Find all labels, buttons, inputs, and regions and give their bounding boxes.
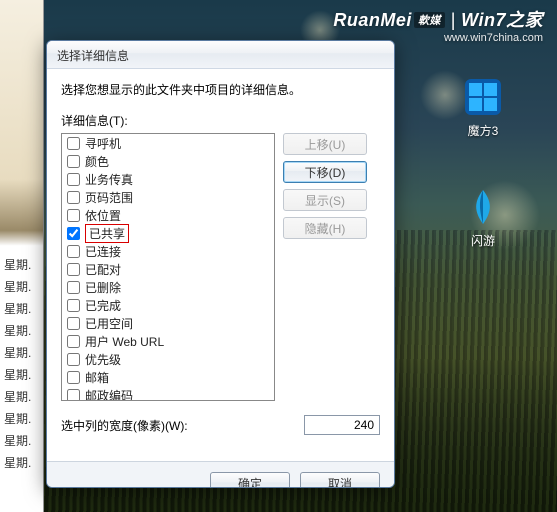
details-item-checkbox[interactable] xyxy=(67,389,80,402)
details-item[interactable]: 已用空间 xyxy=(62,314,274,332)
watermark-brand: RuanMei xyxy=(333,10,412,30)
details-item-checkbox[interactable] xyxy=(67,299,80,312)
details-item-checkbox[interactable] xyxy=(67,155,80,168)
watermark-brand-cn: 軟媒 xyxy=(414,12,445,28)
list-item: 星期. xyxy=(4,432,31,449)
left-panel-strip: 星期. 星期. 星期. 星期. 星期. 星期. 星期. 星期. 星期. 星期. xyxy=(0,0,44,512)
details-item[interactable]: 颜色 xyxy=(62,152,274,170)
list-item: 星期. xyxy=(4,388,31,405)
details-item[interactable]: 邮箱 xyxy=(62,368,274,386)
desktop-icon-label: 魔方3 xyxy=(451,122,515,139)
details-item-checkbox[interactable] xyxy=(67,245,80,258)
details-item[interactable]: 已完成 xyxy=(62,296,274,314)
details-item-checkbox[interactable] xyxy=(67,173,80,186)
list-item: 星期. xyxy=(4,322,31,339)
details-item-checkbox[interactable] xyxy=(67,209,80,222)
details-item-checkbox[interactable] xyxy=(67,335,80,348)
details-item-checkbox[interactable] xyxy=(67,191,80,204)
details-item-checkbox[interactable] xyxy=(67,353,80,366)
list-item: 星期. xyxy=(4,300,31,317)
details-section-label: 详细信息(T): xyxy=(61,112,380,129)
hide-button[interactable]: 隐藏(H) xyxy=(283,217,367,239)
details-item-label: 用户 Web URL xyxy=(85,333,164,350)
watermark-title: Win7之家 xyxy=(461,10,543,30)
list-item: 星期. xyxy=(4,454,31,471)
desktop-icon-shanyou[interactable]: 闪游 xyxy=(451,186,515,249)
dialog-title: 选择详细信息 xyxy=(57,49,129,63)
move-down-button[interactable]: 下移(D) xyxy=(283,161,367,183)
details-item-label: 邮箱 xyxy=(85,369,109,386)
list-item: 星期. xyxy=(4,344,31,361)
show-button[interactable]: 显示(S) xyxy=(283,189,367,211)
details-item-label: 颜色 xyxy=(85,153,109,170)
details-item[interactable]: 已删除 xyxy=(62,278,274,296)
details-item-label: 已共享 xyxy=(85,224,129,243)
details-item-checkbox[interactable] xyxy=(67,371,80,384)
details-item[interactable]: 已连接 xyxy=(62,242,274,260)
details-item-label: 已用空间 xyxy=(85,315,133,332)
details-item-checkbox[interactable] xyxy=(67,263,80,276)
choose-details-dialog: 选择详细信息 选择您想显示的此文件夹中项目的详细信息。 详细信息(T): 寻呼机… xyxy=(46,40,395,488)
details-item-label: 已配对 xyxy=(85,261,121,278)
list-item: 星期. xyxy=(4,256,31,273)
details-item-checkbox[interactable] xyxy=(67,227,80,240)
details-item-label: 已删除 xyxy=(85,279,121,296)
details-item[interactable]: 寻呼机 xyxy=(62,134,274,152)
details-item[interactable]: 业务传真 xyxy=(62,170,274,188)
watermark: RuanMei軟媒 | Win7之家 www.win7china.com xyxy=(333,6,543,44)
details-item-label: 业务传真 xyxy=(85,171,133,188)
dialog-titlebar[interactable]: 选择详细信息 xyxy=(47,41,394,69)
details-item-label: 页码范围 xyxy=(85,189,133,206)
details-item[interactable]: 优先级 xyxy=(62,350,274,368)
ok-button[interactable]: 确定 xyxy=(210,472,290,488)
details-item-checkbox[interactable] xyxy=(67,317,80,330)
details-item-label: 已完成 xyxy=(85,297,121,314)
column-width-input[interactable] xyxy=(304,415,380,435)
list-item: 星期. xyxy=(4,410,31,427)
details-item-label: 优先级 xyxy=(85,351,121,368)
dialog-instruction: 选择您想显示的此文件夹中项目的详细信息。 xyxy=(61,81,380,98)
details-item[interactable]: 用户 Web URL xyxy=(62,332,274,350)
column-width-label: 选中列的宽度(像素)(W): xyxy=(61,417,296,434)
details-item-label: 寻呼机 xyxy=(85,135,121,152)
cancel-button[interactable]: 取消 xyxy=(300,472,380,488)
details-item-label: 邮政编码 xyxy=(85,387,133,402)
details-item-checkbox[interactable] xyxy=(67,137,80,150)
details-item[interactable]: 邮政编码 xyxy=(62,386,274,401)
details-item-checkbox[interactable] xyxy=(67,281,80,294)
move-up-button[interactable]: 上移(U) xyxy=(283,133,367,155)
details-item-label: 依位置 xyxy=(85,207,121,224)
list-item: 星期. xyxy=(4,366,31,383)
details-item[interactable]: 已配对 xyxy=(62,260,274,278)
desktop-icon-mofang[interactable]: 魔方3 xyxy=(451,76,515,139)
details-listbox[interactable]: 寻呼机颜色业务传真页码范围依位置已共享已连接已配对已删除已完成已用空间用户 We… xyxy=(61,133,275,401)
details-item[interactable]: 已共享 xyxy=(62,224,274,242)
list-item: 星期. xyxy=(4,278,31,295)
desktop-icon-label: 闪游 xyxy=(451,232,515,249)
details-item[interactable]: 页码范围 xyxy=(62,188,274,206)
details-item-label: 已连接 xyxy=(85,243,121,260)
details-item[interactable]: 依位置 xyxy=(62,206,274,224)
